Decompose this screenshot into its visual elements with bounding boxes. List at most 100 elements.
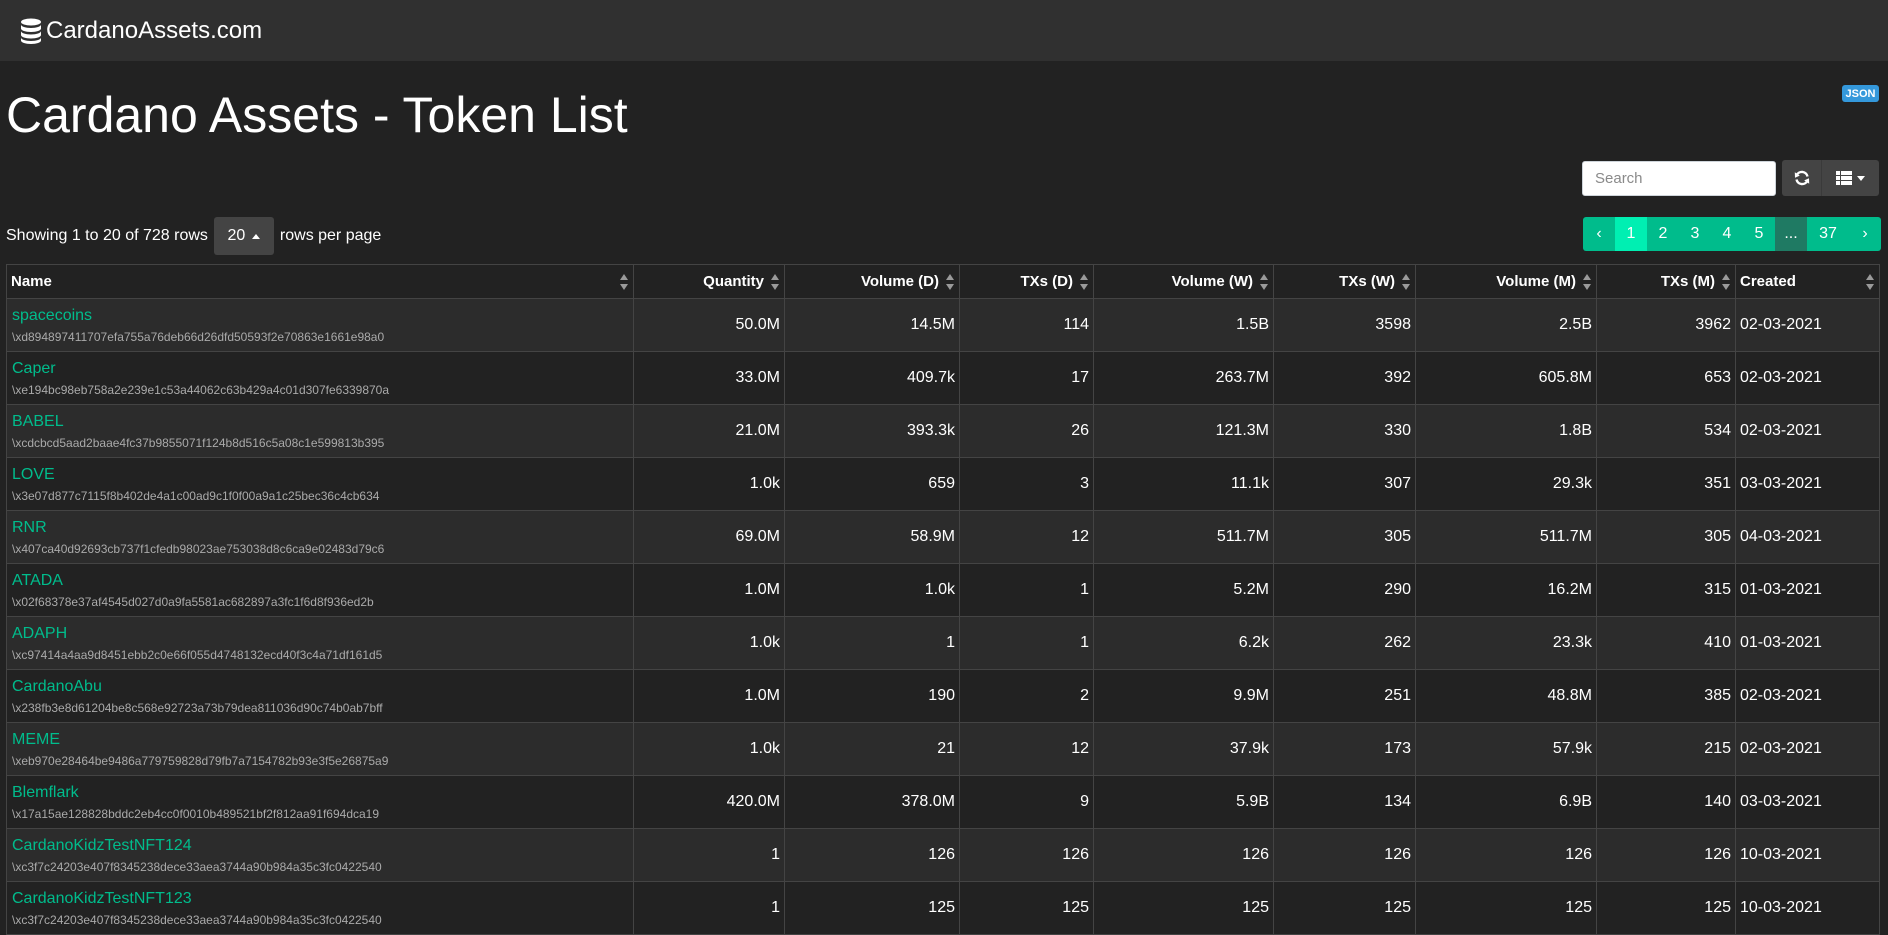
txs-w-cell: 3598 xyxy=(1273,298,1416,352)
volume-m-cell: 48.8M xyxy=(1415,669,1597,723)
page-last[interactable]: 37 xyxy=(1807,217,1849,251)
columns-icon xyxy=(1836,171,1852,185)
txs-m-cell: 315 xyxy=(1596,563,1736,617)
token-name-link[interactable]: CardanoAbu xyxy=(12,677,629,697)
volume-w-cell: 5.2M xyxy=(1093,563,1274,617)
column-header-txs-m[interactable]: TXs (M) xyxy=(1596,264,1736,299)
name-cell: Blemflark \x17a15ae128828bddc2eb4cc0f001… xyxy=(6,775,634,829)
txs-d-cell: 17 xyxy=(959,351,1094,405)
created-cell: 03-03-2021 xyxy=(1735,775,1880,829)
txs-w-cell: 173 xyxy=(1273,722,1416,776)
volume-d-cell: 378.0M xyxy=(784,775,960,829)
token-policy-hash: \xe194bc98eb758a2e239e1c53a44062c63b429a… xyxy=(12,382,390,397)
token-name-link[interactable]: spacecoins xyxy=(12,306,629,326)
refresh-icon xyxy=(1794,170,1809,186)
token-policy-hash: \xc3f7c24203e407f8345238dece33aea3744a90… xyxy=(12,859,382,874)
column-header-volume-m[interactable]: Volume (M) xyxy=(1415,264,1597,299)
volume-m-cell: 2.5B xyxy=(1415,298,1597,352)
table-row: CardanoKidzTestNFT123 \xc3f7c24203e407f8… xyxy=(6,881,1880,935)
txs-d-cell: 125 xyxy=(959,881,1094,935)
column-header-quantity[interactable]: Quantity xyxy=(633,264,785,299)
volume-m-cell: 605.8M xyxy=(1415,351,1597,405)
page-1[interactable]: 1 xyxy=(1615,217,1647,251)
token-name-link[interactable]: CardanoKidzTestNFT123 xyxy=(12,889,629,909)
volume-m-cell: 29.3k xyxy=(1415,457,1597,511)
sort-icon xyxy=(620,274,628,290)
volume-w-cell: 1.5B xyxy=(1093,298,1274,352)
pagination-next[interactable]: › xyxy=(1849,217,1881,251)
table-toolbar xyxy=(1782,160,1879,196)
created-cell: 10-03-2021 xyxy=(1735,881,1880,935)
table-row: RNR \x407ca40d92693cb737f1cfedb98023ae75… xyxy=(6,510,1880,564)
sort-icon xyxy=(1402,274,1410,290)
quantity-cell: 1.0k xyxy=(633,722,785,776)
quantity-cell: 1 xyxy=(633,828,785,882)
page-size-value: 20 xyxy=(227,227,246,244)
txs-w-cell: 392 xyxy=(1273,351,1416,405)
txs-w-cell: 125 xyxy=(1273,881,1416,935)
txs-m-cell: 140 xyxy=(1596,775,1736,829)
txs-d-cell: 26 xyxy=(959,404,1094,458)
txs-m-cell: 3962 xyxy=(1596,298,1736,352)
page-5[interactable]: 5 xyxy=(1743,217,1775,251)
column-header-txs-w[interactable]: TXs (W) xyxy=(1273,264,1416,299)
column-header-txs-d[interactable]: TXs (D) xyxy=(959,264,1094,299)
page-2[interactable]: 2 xyxy=(1647,217,1679,251)
volume-m-cell: 126 xyxy=(1415,828,1597,882)
page-size-dropdown[interactable]: 20 xyxy=(213,217,274,255)
table-row: CardanoKidzTestNFT124 \xc3f7c24203e407f8… xyxy=(6,828,1880,882)
token-name-link[interactable]: LOVE xyxy=(12,465,629,485)
volume-d-cell: 409.7k xyxy=(784,351,960,405)
created-cell: 04-03-2021 xyxy=(1735,510,1880,564)
txs-m-cell: 410 xyxy=(1596,616,1736,670)
token-name-link[interactable]: CardanoKidzTestNFT124 xyxy=(12,836,629,856)
token-name-link[interactable]: Caper xyxy=(12,359,629,379)
token-policy-hash: \x17a15ae128828bddc2eb4cc0f0010b489521bf… xyxy=(12,806,380,821)
quantity-cell: 33.0M xyxy=(633,351,785,405)
token-name-link[interactable]: BABEL xyxy=(12,412,629,432)
volume-d-cell: 21 xyxy=(784,722,960,776)
token-policy-hash: \xc97414a4aa9d8451ebb2c0e66f055d4748132e… xyxy=(12,647,383,662)
token-name-link[interactable]: ATADA xyxy=(12,571,629,591)
token-name-link[interactable]: ADAPH xyxy=(12,624,629,644)
name-cell: RNR \x407ca40d92693cb737f1cfedb98023ae75… xyxy=(6,510,634,564)
column-header-name[interactable]: Name xyxy=(6,264,634,299)
column-header-volume-d[interactable]: Volume (D) xyxy=(784,264,960,299)
token-name-link[interactable]: RNR xyxy=(12,518,629,538)
json-badge[interactable]: JSON xyxy=(1842,85,1879,102)
page-4[interactable]: 4 xyxy=(1711,217,1743,251)
sort-icon xyxy=(946,274,954,290)
token-name-link[interactable]: MEME xyxy=(12,730,629,750)
txs-m-cell: 125 xyxy=(1596,881,1736,935)
search-input[interactable] xyxy=(1582,161,1776,196)
volume-m-cell: 6.9B xyxy=(1415,775,1597,829)
txs-w-cell: 290 xyxy=(1273,563,1416,617)
name-cell: ATADA \x02f68378e37af4545d027d0a9fa5581a… xyxy=(6,563,634,617)
volume-w-cell: 37.9k xyxy=(1093,722,1274,776)
brand-link[interactable]: CardanoAssets.com xyxy=(20,17,262,45)
volume-w-cell: 126 xyxy=(1093,828,1274,882)
created-cell: 02-03-2021 xyxy=(1735,404,1880,458)
chevron-down-icon xyxy=(1857,175,1865,181)
table-row: MEME \xeb970e28464be9486a779759828d79fb7… xyxy=(6,722,1880,776)
token-name-link[interactable]: Blemflark xyxy=(12,783,629,803)
txs-w-cell: 134 xyxy=(1273,775,1416,829)
table-header-row: Name Quantity Volume (D) TXs (D) Volume … xyxy=(6,264,1880,299)
volume-w-cell: 6.2k xyxy=(1093,616,1274,670)
sort-icon xyxy=(1722,274,1730,290)
txs-d-cell: 9 xyxy=(959,775,1094,829)
columns-dropdown-button[interactable] xyxy=(1822,160,1879,196)
token-policy-hash: \x238fb3e8d61204be8c568e92723a73b79dea81… xyxy=(12,700,383,715)
name-cell: CardanoAbu \x238fb3e8d61204be8c568e92723… xyxy=(6,669,634,723)
name-cell: ADAPH \xc97414a4aa9d8451ebb2c0e66f055d47… xyxy=(6,616,634,670)
column-header-created[interactable]: Created xyxy=(1735,264,1880,299)
volume-w-cell: 263.7M xyxy=(1093,351,1274,405)
txs-m-cell: 351 xyxy=(1596,457,1736,511)
txs-w-cell: 262 xyxy=(1273,616,1416,670)
pagination-prev[interactable]: ‹ xyxy=(1583,217,1615,251)
page-3[interactable]: 3 xyxy=(1679,217,1711,251)
column-header-volume-w[interactable]: Volume (W) xyxy=(1093,264,1274,299)
created-cell: 02-03-2021 xyxy=(1735,298,1880,352)
refresh-button[interactable] xyxy=(1782,160,1822,196)
volume-m-cell: 23.3k xyxy=(1415,616,1597,670)
